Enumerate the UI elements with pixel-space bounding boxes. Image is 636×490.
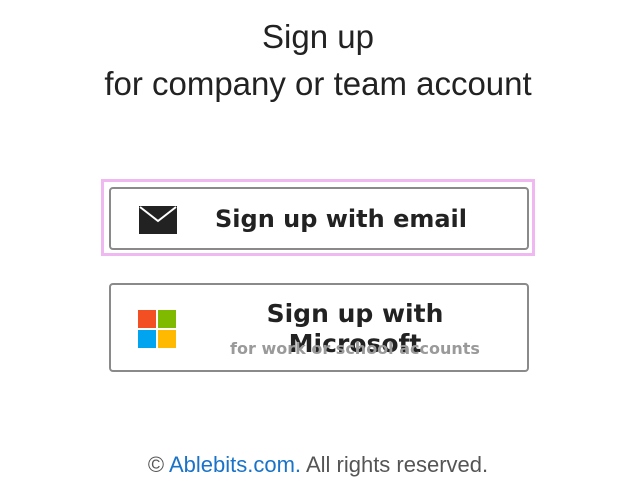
rights-text: All rights reserved. [305,452,489,477]
sign-up-email-button[interactable]: Sign up with email [109,187,529,250]
ms-logo-red-square [138,310,156,328]
copyright-symbol: © [147,452,165,477]
microsoft-logo-icon [138,310,176,348]
sign-up-email-label: Sign up with email [215,205,467,233]
footer: © Ablebits.com. All rights reserved. [0,452,636,478]
sign-up-microsoft-sublabel: for work or school accounts [230,339,480,358]
page-title: Sign up [262,18,374,55]
envelope-icon [139,206,177,234]
page-subtitle: for company or team account [104,65,532,102]
ms-logo-blue-square [138,330,156,348]
ms-logo-yellow-square [158,330,176,348]
sign-up-microsoft-button[interactable]: Sign up with Microsoft for work or schoo… [109,283,529,372]
ms-logo-green-square [158,310,176,328]
ablebits-link[interactable]: Ablebits.com. [169,452,301,477]
